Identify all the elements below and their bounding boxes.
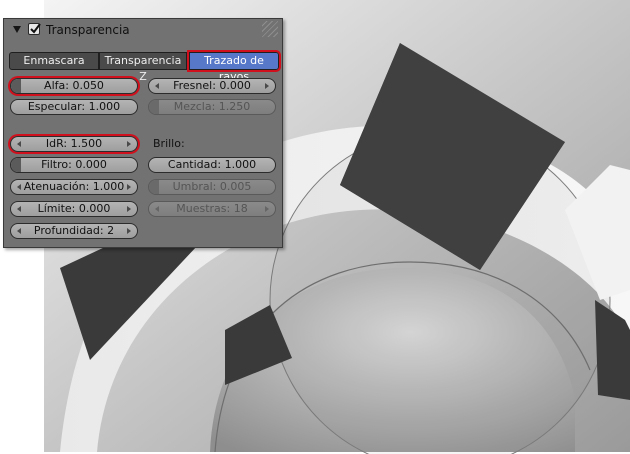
transparency-panel: Transparencia Enmascara Transparencia Z … bbox=[3, 18, 283, 248]
panel-header[interactable]: Transparencia bbox=[4, 19, 282, 41]
increment-arrow-icon[interactable] bbox=[127, 184, 131, 190]
especular-value: Especular: 1.000 bbox=[27, 100, 121, 113]
atenuacion-field[interactable]: Atenuación: 1.000 bbox=[10, 179, 138, 195]
alfa-slider[interactable]: Alfa: 0.050 bbox=[10, 78, 138, 94]
muestras-value: Muestras: 18 bbox=[176, 202, 248, 215]
profundidad-field[interactable]: Profundidad: 2 bbox=[10, 223, 138, 239]
increment-arrow-icon[interactable] bbox=[127, 206, 131, 212]
muestras-field[interactable]: Muestras: 18 bbox=[148, 201, 276, 217]
tab-transparencia-z[interactable]: Transparencia Z bbox=[99, 52, 187, 83]
idr-field[interactable]: IdR: 1.500 bbox=[10, 136, 138, 152]
brillo-label: Brillo: bbox=[153, 137, 185, 150]
cantidad-value: Cantidad: 1.000 bbox=[167, 158, 257, 171]
transparency-checkbox[interactable] bbox=[28, 23, 41, 35]
decrement-arrow-icon[interactable] bbox=[155, 206, 159, 212]
limite-field[interactable]: Límite: 0.000 bbox=[10, 201, 138, 217]
umbral-slider[interactable]: Umbral: 0.005 bbox=[148, 179, 276, 195]
mezcla-value: Mezcla: 1.250 bbox=[173, 100, 251, 113]
increment-arrow-icon[interactable] bbox=[127, 228, 131, 234]
limite-value: Límite: 0.000 bbox=[37, 202, 111, 215]
umbral-value: Umbral: 0.005 bbox=[172, 180, 252, 193]
checkmark-icon bbox=[30, 23, 41, 34]
profundidad-value: Profundidad: 2 bbox=[33, 224, 115, 237]
panel-drag-grip-icon[interactable] bbox=[262, 21, 278, 37]
especular-slider[interactable]: Especular: 1.000 bbox=[10, 99, 138, 115]
transparency-mode-tabs: Enmascara Transparencia Z Trazado de ray… bbox=[9, 50, 281, 83]
fresnel-value: Fresnel: 0.000 bbox=[173, 79, 251, 92]
collapse-triangle-icon[interactable] bbox=[13, 26, 21, 33]
tab-enmascara[interactable]: Enmascara bbox=[9, 52, 99, 70]
increment-arrow-icon[interactable] bbox=[265, 83, 269, 89]
decrement-arrow-icon[interactable] bbox=[17, 228, 21, 234]
alfa-value: Alfa: 0.050 bbox=[44, 79, 104, 92]
increment-arrow-icon[interactable] bbox=[127, 141, 131, 147]
filtro-value: Filtro: 0.000 bbox=[41, 158, 107, 171]
cantidad-slider[interactable]: Cantidad: 1.000 bbox=[148, 157, 276, 173]
panel-title: Transparencia bbox=[46, 23, 130, 37]
mezcla-slider[interactable]: Mezcla: 1.250 bbox=[148, 99, 276, 115]
filtro-slider[interactable]: Filtro: 0.000 bbox=[10, 157, 138, 173]
increment-arrow-icon[interactable] bbox=[265, 206, 269, 212]
fresnel-field[interactable]: Fresnel: 0.000 bbox=[148, 78, 276, 94]
decrement-arrow-icon[interactable] bbox=[17, 206, 21, 212]
decrement-arrow-icon[interactable] bbox=[155, 83, 159, 89]
decrement-arrow-icon[interactable] bbox=[17, 141, 21, 147]
tab-trazado-de-rayos[interactable]: Trazado de rayos bbox=[187, 50, 281, 83]
decrement-arrow-icon[interactable] bbox=[17, 184, 21, 190]
idr-value: IdR: 1.500 bbox=[45, 137, 103, 150]
atenuacion-value: Atenuación: 1.000 bbox=[23, 180, 125, 193]
